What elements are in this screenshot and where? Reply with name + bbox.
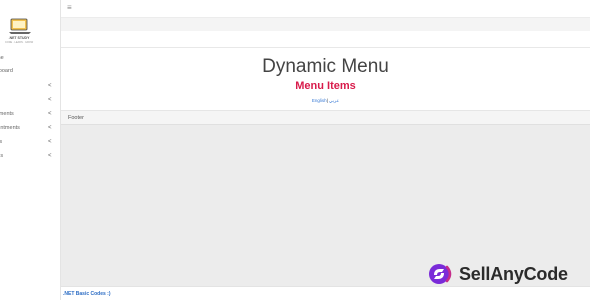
footer-credit-link[interactable]: .NET Basic Codes :) bbox=[63, 291, 111, 297]
footer-section: Footer bbox=[61, 110, 590, 125]
language-link-english[interactable]: English bbox=[312, 98, 327, 103]
logo-title: .NET STUDY bbox=[8, 36, 30, 40]
footer-label: Footer bbox=[68, 115, 84, 121]
sidebar-item-label: ings bbox=[0, 153, 4, 159]
logo-subtitle: CODE · LEARN · GROW bbox=[5, 41, 34, 44]
chevron-left-icon: < bbox=[48, 111, 52, 117]
chevron-left-icon: < bbox=[48, 97, 52, 103]
sidebar-item-label: ome bbox=[0, 55, 4, 61]
sidebar-item-4[interactable]: s < bbox=[0, 94, 60, 106]
chevron-left-icon: < bbox=[48, 139, 52, 145]
sidebar-item-appointments[interactable]: pointments < bbox=[0, 122, 60, 134]
sidebar: .NET STUDY CODE · LEARN · GROW ome shboa… bbox=[0, 0, 61, 300]
language-switcher: English| عربي bbox=[61, 98, 590, 104]
language-link-arabic[interactable]: عربي bbox=[329, 98, 339, 103]
sellanycode-brand-text: SellAnyCode bbox=[459, 264, 568, 284]
sidebar-item-3[interactable]: s < bbox=[0, 80, 60, 92]
chevron-left-icon: < bbox=[48, 125, 52, 131]
top-navbar: ≡ bbox=[61, 0, 590, 18]
sidebar-item-home[interactable]: ome bbox=[0, 52, 60, 64]
page-footer: .NET Basic Codes :) bbox=[61, 286, 590, 300]
sidebar-item-dashboard[interactable]: shboard bbox=[0, 65, 60, 77]
menu-items-heading: Menu Items bbox=[295, 80, 356, 92]
main-content: Dynamic Menu Menu Items English| عربي bbox=[61, 48, 590, 110]
sellanycode-logo-icon bbox=[429, 264, 452, 284]
sidebar-item-label: cuments bbox=[0, 111, 14, 117]
page-title: Dynamic Menu bbox=[262, 56, 389, 77]
chevron-left-icon: < bbox=[48, 83, 52, 89]
sidebar-item-label: pointments bbox=[0, 125, 20, 131]
chevron-left-icon: < bbox=[48, 153, 52, 159]
sidebar-item-documents[interactable]: cuments < bbox=[0, 108, 60, 120]
content-header bbox=[61, 31, 590, 48]
sidebar-item-label: shboard bbox=[0, 68, 13, 74]
sidebar-item-label: orts bbox=[0, 136, 2, 148]
breadcrumb-bar bbox=[61, 18, 590, 31]
hamburger-menu-icon[interactable]: ≡ bbox=[67, 3, 72, 12]
sidebar-item-settings[interactable]: ings < bbox=[0, 150, 60, 162]
sidebar-item-reports[interactable]: orts < bbox=[0, 136, 60, 148]
logo-icon[interactable] bbox=[8, 18, 32, 35]
language-separator: | bbox=[326, 98, 328, 103]
